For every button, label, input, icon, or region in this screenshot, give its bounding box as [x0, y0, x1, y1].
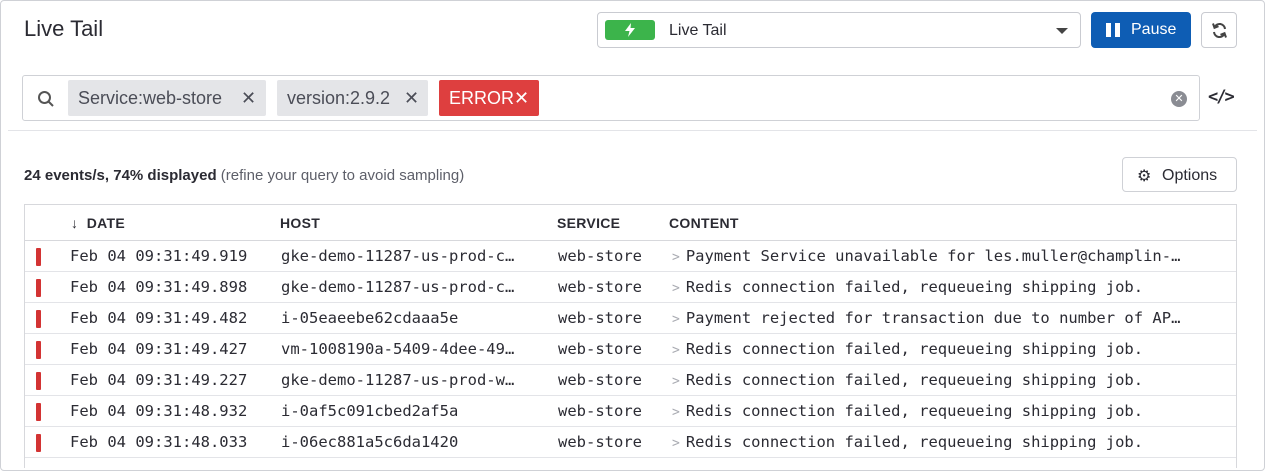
cell-content: > Redis connection failed, requeueing shi…	[672, 278, 1144, 296]
cell-content: > Payment rejected for transaction due to…	[672, 309, 1181, 327]
chevron-right-icon: >	[672, 250, 680, 265]
clear-search-icon[interactable]: ✕	[1171, 91, 1187, 107]
chevron-right-icon: >	[672, 343, 680, 358]
cell-service: web-store	[558, 340, 642, 358]
cell-host: vm-1008190a-5409-4dee-49…	[281, 340, 515, 358]
options-button[interactable]: ⚙ Options	[1122, 157, 1237, 192]
mode-select-value: Live Tail	[669, 22, 727, 39]
pause-button-label: Pause	[1131, 21, 1177, 38]
filter-pill-label: ERROR	[449, 88, 515, 108]
table-row[interactable]: Feb 04 09:31:49.898 gke-demo-11287-us-pro…	[25, 272, 1236, 303]
options-button-label: Options	[1162, 167, 1218, 184]
cell-date: Feb 04 09:31:48.033	[70, 433, 248, 451]
header-divider	[8, 130, 1257, 131]
cell-content: > Redis connection failed, requeueing shi…	[672, 340, 1144, 358]
cell-host: i-05eaeebe62cdaaa5e	[281, 309, 459, 327]
filter-pill-label: Service:web-store	[78, 88, 223, 108]
cell-content: > Redis connection failed, requeueing shi…	[672, 433, 1144, 451]
cell-date: Feb 04 09:31:49.427	[70, 340, 248, 358]
cell-host: i-0af5c091cbed2af5a	[281, 402, 459, 420]
sampling-hint: (refine your query to avoid sampling)	[220, 167, 465, 184]
mode-select[interactable]: Live Tail	[597, 12, 1081, 48]
cell-host: gke-demo-11287-us-prod-c…	[281, 278, 515, 296]
table-row[interactable]: Feb 04 09:31:48.033 i-06ec881a5c6da1420 we…	[25, 427, 1236, 458]
remove-filter-icon[interactable]: ✕	[514, 80, 529, 116]
table-row[interactable]: Feb 04 09:31:49.919 gke-demo-11287-us-pro…	[25, 241, 1236, 272]
search-query-bar[interactable]: Service:web-store ✕ version:2.9.2 ✕ ERRO…	[22, 75, 1200, 121]
refresh-icon	[1212, 23, 1227, 38]
remove-filter-icon[interactable]: ✕	[241, 80, 256, 116]
lightning-icon	[625, 23, 635, 37]
sort-arrow-icon: ↓	[71, 215, 79, 231]
column-header-date[interactable]: ↓ DATE	[71, 215, 125, 231]
column-header-host[interactable]: HOST	[280, 215, 320, 231]
page-title: Live Tail	[24, 16, 104, 41]
cell-content: > Payment Service unavailable for les.mul…	[672, 247, 1181, 265]
filter-pill-service[interactable]: Service:web-store ✕	[68, 80, 266, 116]
cell-date: Feb 04 09:31:49.482	[70, 309, 248, 327]
error-status-indicator	[36, 372, 41, 390]
chevron-down-icon	[1056, 28, 1068, 34]
table-header: ↓ DATE HOST SERVICE CONTENT	[25, 205, 1236, 241]
event-rate-summary: 24 events/s, 74% displayed (refine your …	[24, 167, 464, 184]
cell-host: i-06ec881a5c6da1420	[281, 433, 459, 451]
column-header-content[interactable]: CONTENT	[669, 215, 739, 231]
filter-pill-error[interactable]: ERROR ✕	[439, 80, 539, 116]
remove-filter-icon[interactable]: ✕	[404, 80, 419, 116]
chevron-right-icon: >	[672, 374, 680, 389]
chevron-right-icon: >	[672, 281, 680, 296]
cell-service: web-store	[558, 371, 642, 389]
cell-service: web-store	[558, 247, 642, 265]
cell-date: Feb 04 09:31:49.227	[70, 371, 248, 389]
pause-button[interactable]: Pause	[1091, 12, 1191, 48]
error-status-indicator	[36, 434, 41, 452]
cell-date: Feb 04 09:31:49.898	[70, 278, 248, 296]
log-table: ↓ DATE HOST SERVICE CONTENT Feb 04 09:31…	[24, 204, 1237, 468]
cell-service: web-store	[558, 278, 642, 296]
cell-date: Feb 04 09:31:48.932	[70, 402, 248, 420]
event-rate: 24 events/s, 74% displayed	[24, 167, 217, 184]
lightning-badge	[605, 20, 655, 40]
cell-service: web-store	[558, 309, 642, 327]
cell-host: gke-demo-11287-us-prod-w…	[281, 371, 515, 389]
table-row[interactable]: Feb 04 09:31:48.932 i-0af5c091cbed2af5a we…	[25, 396, 1236, 427]
gear-icon: ⚙	[1137, 168, 1152, 185]
cell-date: Feb 04 09:31:49.919	[70, 247, 248, 265]
error-status-indicator	[36, 248, 41, 266]
cell-host: gke-demo-11287-us-prod-c…	[281, 247, 515, 265]
error-status-indicator	[36, 279, 41, 297]
search-icon	[38, 91, 54, 107]
column-header-service[interactable]: SERVICE	[557, 215, 620, 231]
table-row[interactable]: Feb 04 09:31:49.482 i-05eaeebe62cdaaa5e we…	[25, 303, 1236, 334]
table-row[interactable]: Feb 04 09:31:49.427 vm-1008190a-5409-4dee…	[25, 334, 1236, 365]
code-view-icon[interactable]: </>	[1208, 87, 1235, 107]
chevron-right-icon: >	[672, 405, 680, 420]
cell-content: > Redis connection failed, requeueing shi…	[672, 371, 1144, 389]
error-status-indicator	[36, 403, 41, 421]
filter-pill-version[interactable]: version:2.9.2 ✕	[277, 80, 428, 116]
error-status-indicator	[36, 341, 41, 359]
filter-pill-label: version:2.9.2	[287, 88, 391, 108]
refresh-button[interactable]	[1201, 12, 1237, 48]
chevron-right-icon: >	[672, 436, 680, 451]
error-status-indicator	[36, 310, 41, 328]
chevron-right-icon: >	[672, 312, 680, 327]
cell-service: web-store	[558, 402, 642, 420]
table-row[interactable]: Feb 04 09:31:49.227 gke-demo-11287-us-pro…	[25, 365, 1236, 396]
cell-service: web-store	[558, 433, 642, 451]
pause-icon	[1106, 23, 1120, 37]
cell-content: > Redis connection failed, requeueing shi…	[672, 402, 1144, 420]
